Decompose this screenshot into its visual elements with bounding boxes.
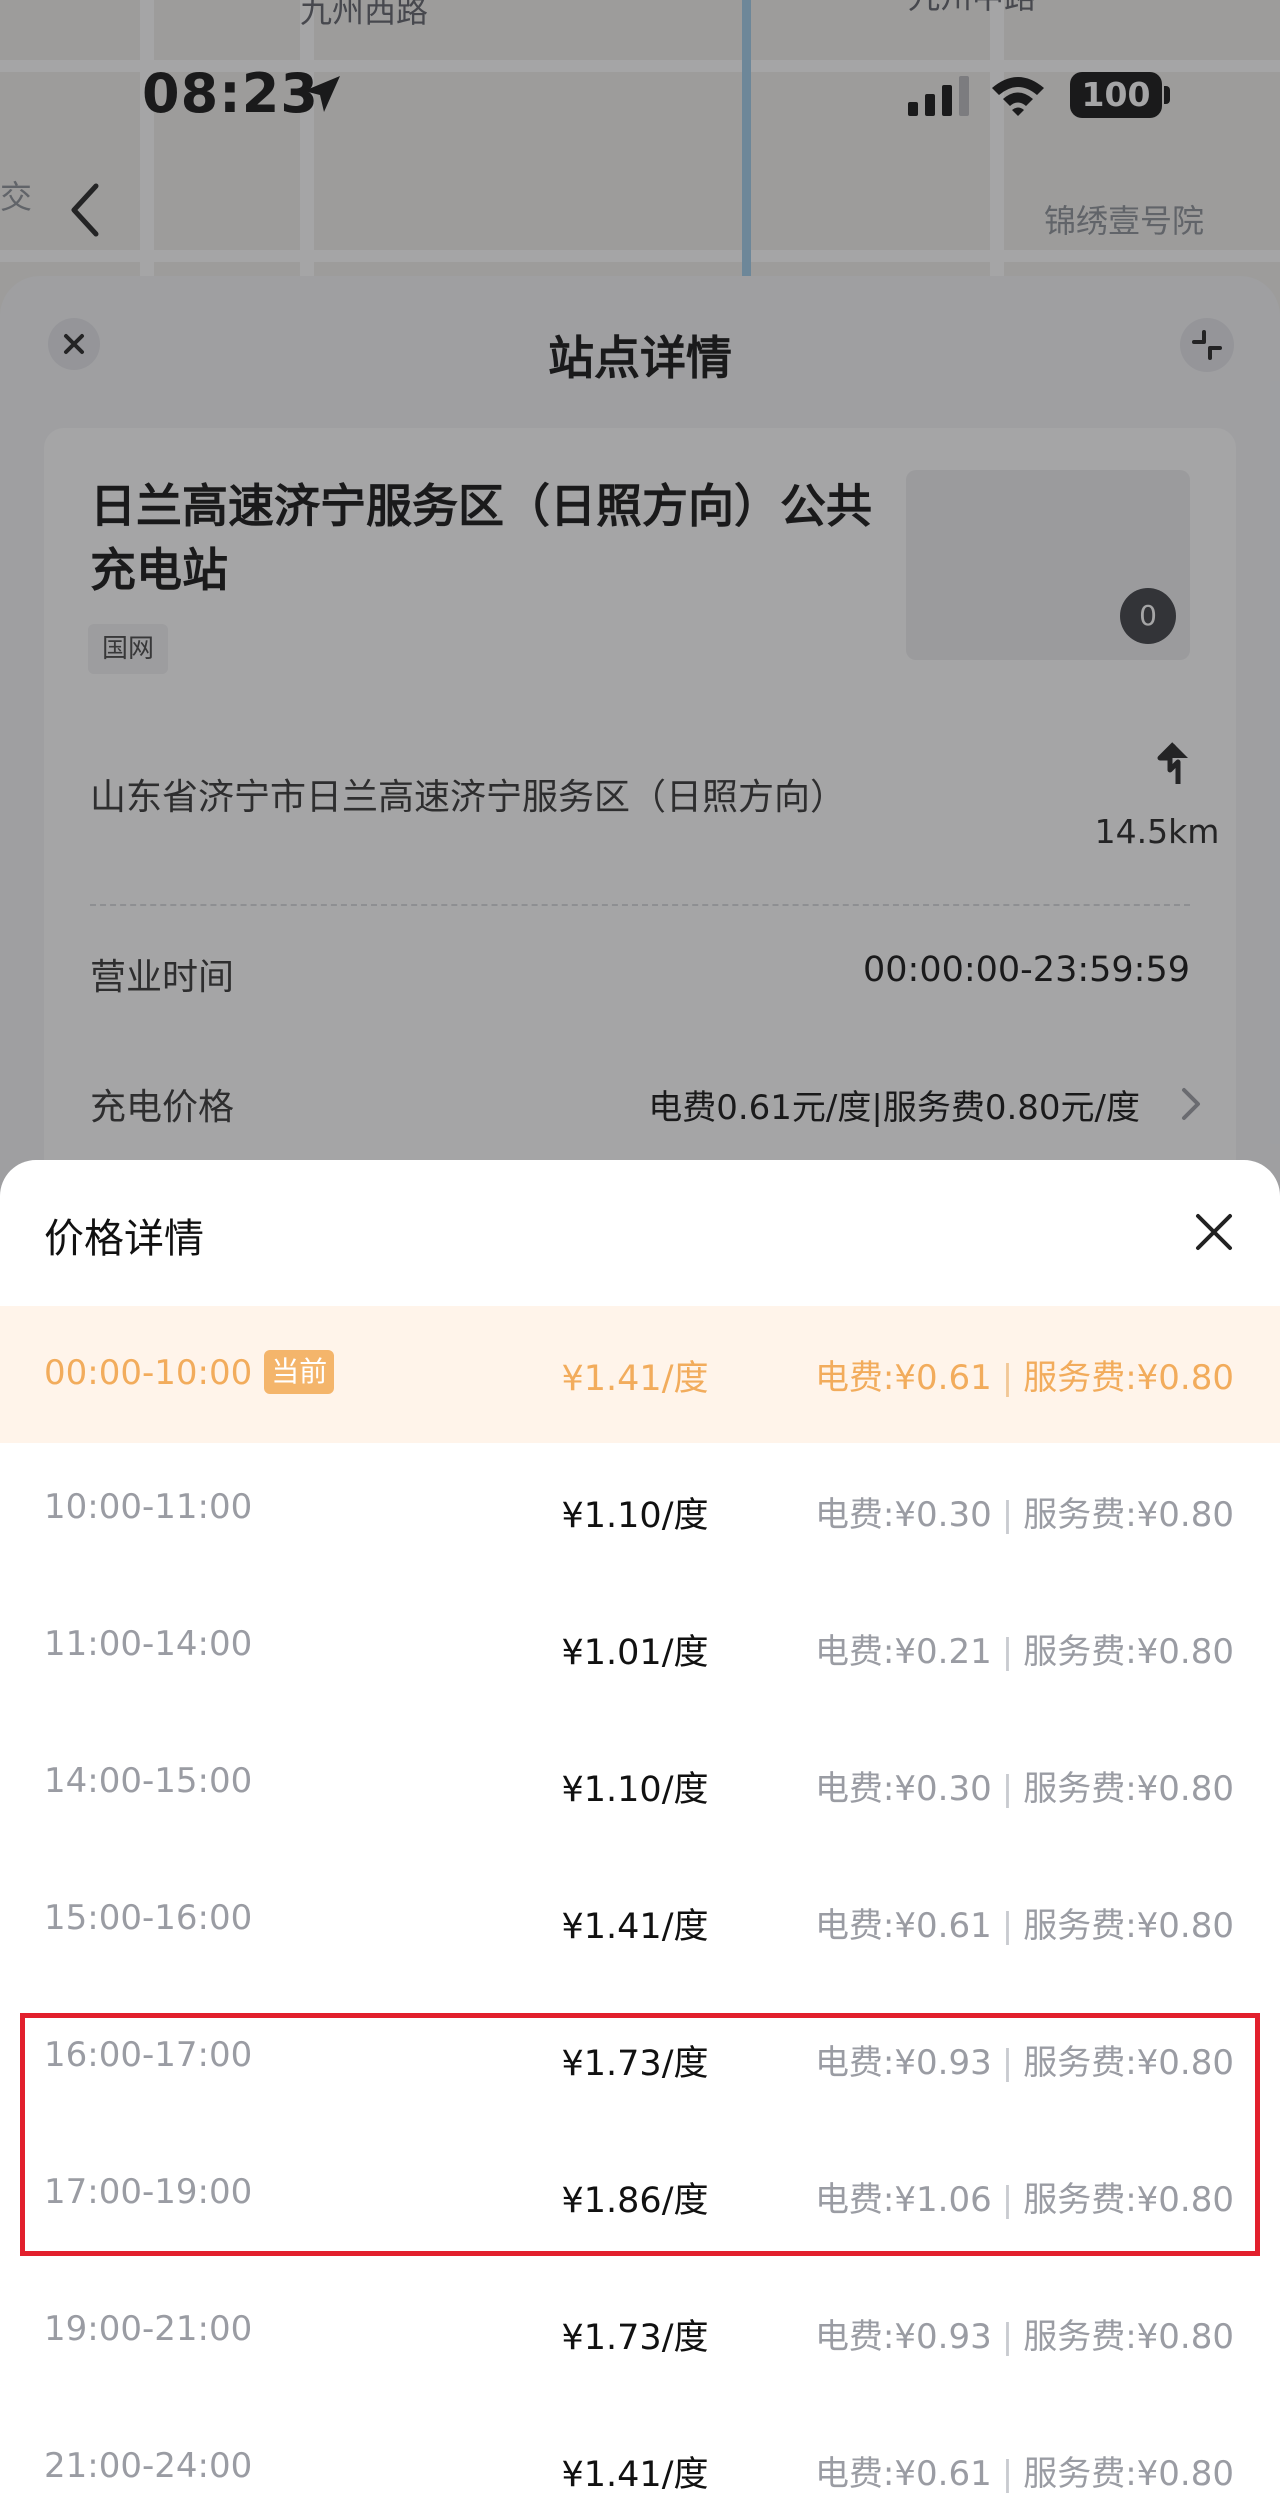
fee-separator: | bbox=[1001, 2317, 1014, 2357]
time-range-text: 10:00-11:00 bbox=[44, 1487, 253, 1527]
highlight-annotation bbox=[20, 2013, 1260, 2256]
price-row: 00:00-10:00 当前 ¥1.41/度 电费:¥0.61 | 服务费:¥0.80 bbox=[0, 1306, 1280, 1443]
electricity-fee: 电费:¥0.61 bbox=[814, 2454, 992, 2494]
electricity-fee: 电费:¥0.30 bbox=[814, 1769, 992, 1809]
unit-price: ¥1.10/度 bbox=[561, 1496, 709, 1536]
service-fee: 服务费:¥0.80 bbox=[1023, 1769, 1234, 1809]
service-fee: 服务费:¥0.80 bbox=[1023, 1906, 1234, 1946]
service-fee: 服务费:¥0.80 bbox=[1023, 2454, 1234, 2494]
fee-breakdown: 电费:¥0.30 | 服务费:¥0.80 bbox=[815, 1487, 1234, 1536]
fee-breakdown: 电费:¥0.30 | 服务费:¥0.80 bbox=[815, 1761, 1234, 1810]
fee-separator: | bbox=[1001, 2454, 1014, 2494]
price-row: 14:00-15:00 ¥1.10/度 电费:¥0.30 | 服务费:¥0.80 bbox=[0, 1717, 1280, 1854]
fee-separator: | bbox=[1001, 1495, 1014, 1535]
fee-separator: | bbox=[1001, 1632, 1014, 1672]
price-row: 11:00-14:00 ¥1.01/度 电费:¥0.21 | 服务费:¥0.80 bbox=[0, 1580, 1280, 1717]
fee-breakdown: 电费:¥0.61 | 服务费:¥0.80 bbox=[815, 2446, 1234, 2495]
electricity-fee: 电费:¥0.30 bbox=[814, 1495, 992, 1535]
time-range: 14:00-15:00 bbox=[44, 1761, 252, 1801]
service-fee: 服务费:¥0.80 bbox=[1023, 1495, 1234, 1535]
time-range-text: 14:00-15:00 bbox=[44, 1761, 253, 1801]
time-range: 00:00-10:00 当前 bbox=[44, 1350, 335, 1394]
time-range: 19:00-21:00 bbox=[44, 2309, 252, 2349]
fee-separator: | bbox=[1001, 1358, 1014, 1398]
fee-separator: | bbox=[1001, 1906, 1014, 1946]
fee-breakdown: 电费:¥0.93 | 服务费:¥0.80 bbox=[815, 2309, 1234, 2358]
price-row: 19:00-21:00 ¥1.73/度 电费:¥0.93 | 服务费:¥0.80 bbox=[0, 2265, 1280, 2402]
time-range-text: 19:00-21:00 bbox=[44, 2309, 253, 2349]
electricity-fee: 电费:¥0.61 bbox=[814, 1906, 992, 1946]
price-row: 10:00-11:00 ¥1.10/度 电费:¥0.30 | 服务费:¥0.80 bbox=[0, 1443, 1280, 1580]
unit-price: ¥1.01/度 bbox=[561, 1633, 709, 1673]
electricity-fee: 电费:¥0.93 bbox=[814, 2317, 992, 2357]
unit-price: ¥1.41/度 bbox=[561, 2455, 709, 2495]
current-badge: 当前 bbox=[264, 1350, 335, 1394]
unit-price: ¥1.41/度 bbox=[561, 1907, 709, 1947]
time-range-text: 21:00-24:00 bbox=[44, 2446, 253, 2486]
fee-separator: | bbox=[1001, 1769, 1014, 1809]
fee-breakdown: 电费:¥0.21 | 服务费:¥0.80 bbox=[815, 1624, 1234, 1673]
service-fee: 服务费:¥0.80 bbox=[1023, 1632, 1234, 1672]
time-range: 10:00-11:00 bbox=[44, 1487, 252, 1527]
fee-breakdown: 电费:¥0.61 | 服务费:¥0.80 bbox=[815, 1898, 1234, 1947]
time-range-text: 00:00-10:00 bbox=[44, 1353, 253, 1393]
service-fee: 服务费:¥0.80 bbox=[1023, 1358, 1234, 1398]
price-row: 15:00-16:00 ¥1.41/度 电费:¥0.61 | 服务费:¥0.80 bbox=[0, 1854, 1280, 1991]
unit-price: ¥1.10/度 bbox=[561, 1770, 709, 1810]
unit-price: ¥1.41/度 bbox=[561, 1359, 709, 1399]
price-row: 21:00-24:00 ¥1.41/度 电费:¥0.61 | 服务费:¥0.80 bbox=[0, 2402, 1280, 2503]
price-list: 00:00-10:00 当前 ¥1.41/度 电费:¥0.61 | 服务费:¥0.80 10… bbox=[0, 1306, 1280, 2503]
electricity-fee: 电费:¥0.21 bbox=[814, 1632, 992, 1672]
price-details-popup: 价格详情 00:00-10:00 当前 ¥1.41/度 电费:¥0.61 | 服务费:¥0… bbox=[0, 1160, 1280, 2503]
time-range-text: 11:00-14:00 bbox=[44, 1624, 253, 1664]
time-range: 11:00-14:00 bbox=[44, 1624, 252, 1664]
service-fee: 服务费:¥0.80 bbox=[1023, 2317, 1234, 2357]
electricity-fee: 电费:¥0.61 bbox=[814, 1358, 992, 1398]
time-range-text: 15:00-16:00 bbox=[44, 1898, 253, 1938]
close-icon[interactable] bbox=[1190, 1208, 1238, 1256]
popup-title: 价格详情 bbox=[44, 1216, 204, 1262]
unit-price: ¥1.73/度 bbox=[561, 2318, 709, 2358]
time-range: 21:00-24:00 bbox=[44, 2446, 252, 2486]
time-range: 15:00-16:00 bbox=[44, 1898, 252, 1938]
fee-breakdown: 电费:¥0.61 | 服务费:¥0.80 bbox=[815, 1350, 1234, 1399]
